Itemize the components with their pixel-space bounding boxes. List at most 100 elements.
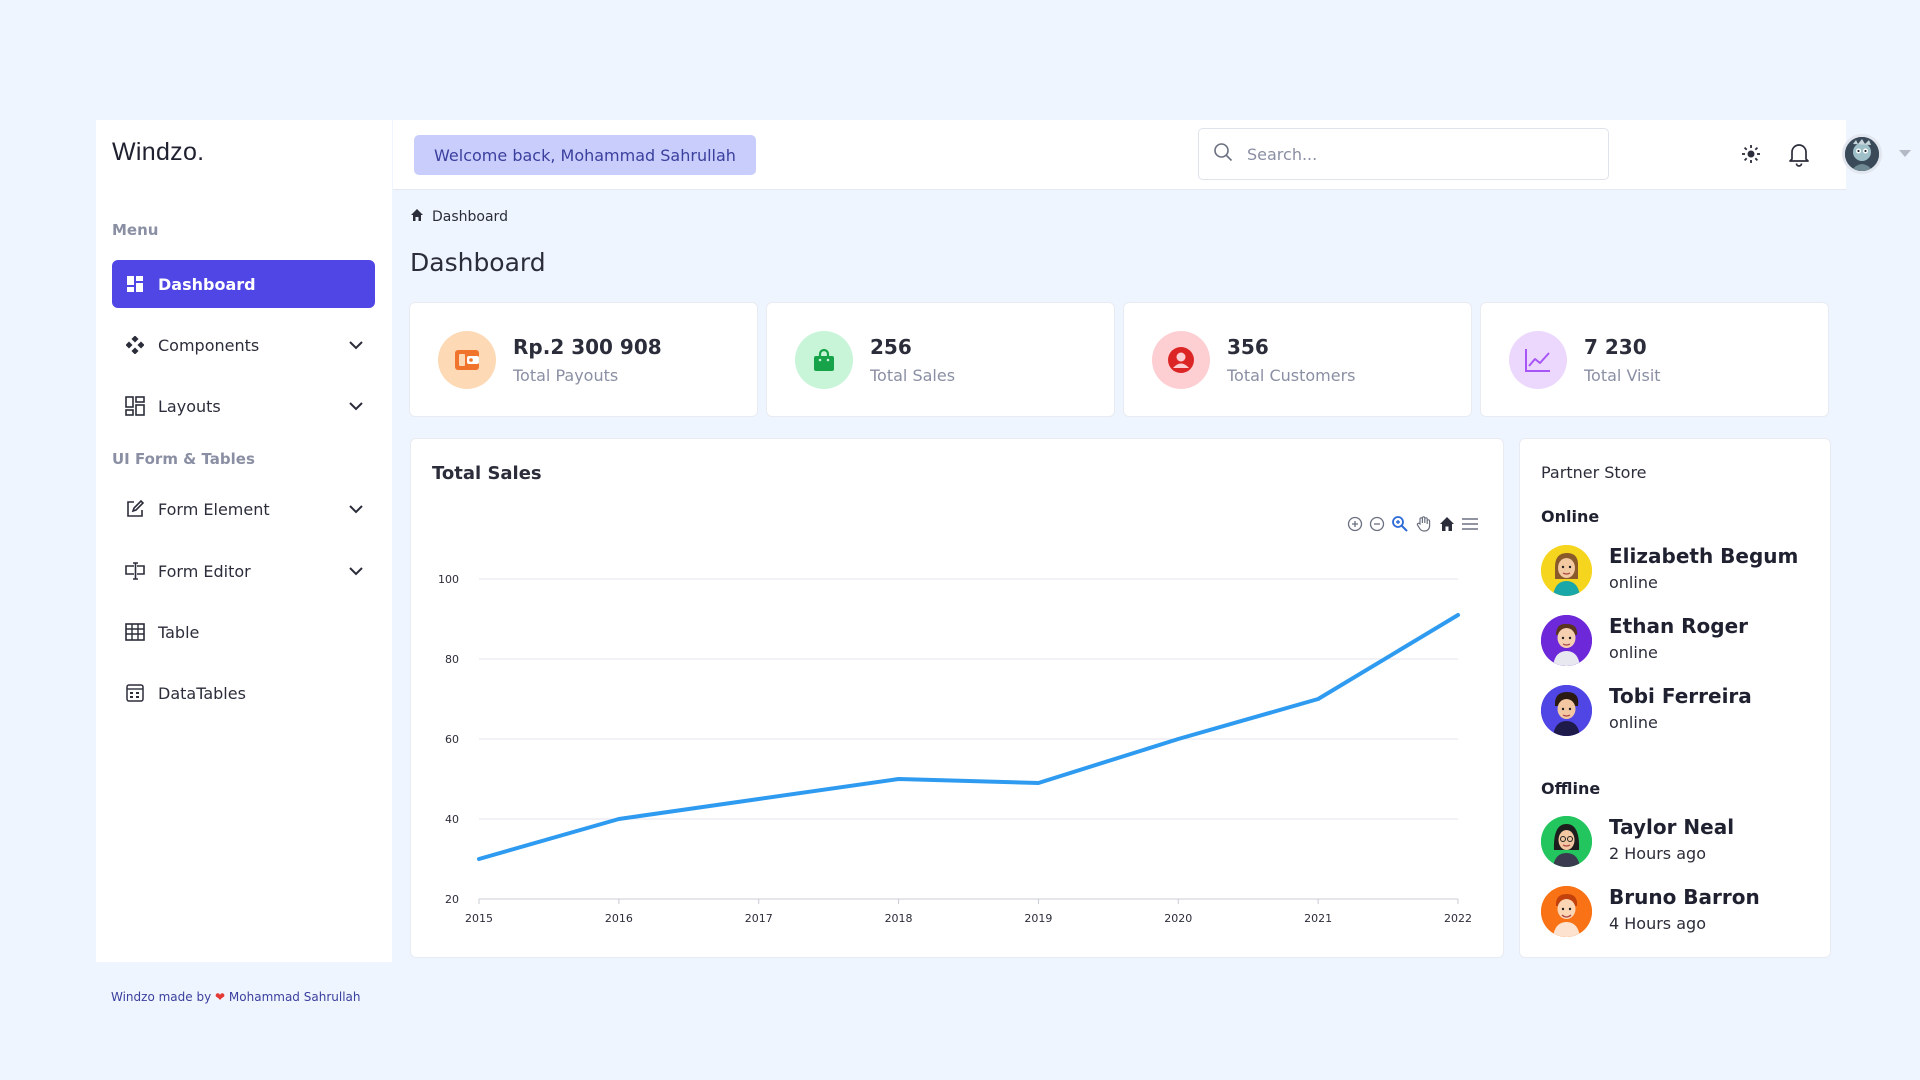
welcome-banner: Welcome back, Mohammad Sahrullah	[414, 135, 756, 175]
page-title: Dashboard	[410, 248, 546, 277]
stat-value: 256	[870, 335, 912, 359]
y-tick-label: 60	[445, 733, 459, 746]
sidebar-item-label: Table	[158, 622, 200, 642]
app-shell: Windzo. Menu Dashboard Components Layout…	[96, 120, 1911, 962]
avatar	[1541, 816, 1592, 867]
search-box[interactable]	[1198, 128, 1609, 180]
sidebar-item-dashboard[interactable]: Dashboard	[112, 260, 375, 308]
stat-card-payouts: Rp.2 300 908 Total Payouts	[409, 302, 758, 417]
x-tick-label: 2016	[605, 912, 633, 925]
footer-author-link[interactable]: Mohammad Sahrullah	[229, 990, 361, 1004]
sidebar-item-label: Form Element	[158, 499, 270, 519]
sidebar-item-form-editor[interactable]: Form Editor	[112, 547, 375, 595]
search-icon	[1213, 142, 1233, 166]
person-name: Taylor Neal	[1609, 815, 1735, 839]
person-status: 4 Hours ago	[1609, 914, 1706, 933]
partner-store-card: Partner Store Online Elizabeth Begum onl…	[1519, 438, 1831, 958]
sidebar: Windzo. Menu Dashboard Components Layout…	[96, 120, 392, 962]
sidebar-item-label: Components	[158, 335, 260, 355]
shopping-bag-icon	[795, 331, 853, 389]
stat-label: Total Visit	[1584, 366, 1661, 385]
stat-label: Total Sales	[870, 366, 956, 385]
components-icon	[124, 334, 146, 356]
stat-card-customers: 356 Total Customers	[1123, 302, 1472, 417]
line-chart: 20 40 60 80 100 2015 2016 2017 2018 2019 2020 2021 2…	[438, 573, 1472, 925]
person-name: Elizabeth Begum	[1609, 544, 1799, 568]
datatables-icon	[124, 682, 146, 704]
search-input[interactable]	[1247, 144, 1567, 164]
chevron-down-icon	[349, 567, 363, 576]
edit-icon	[124, 498, 146, 520]
user-circle-icon	[1152, 331, 1210, 389]
partner-person[interactable]: Ethan Roger online	[1541, 613, 1821, 669]
bell-icon[interactable]	[1785, 140, 1813, 168]
person-status: 2 Hours ago	[1609, 844, 1706, 863]
avatar	[1541, 615, 1592, 666]
x-tick-label: 2020	[1164, 912, 1192, 925]
chart-line-icon	[1509, 331, 1567, 389]
sales-chart-card: Total Sales 20 40 60 80 100 2015 2016 2017 2018 2…	[410, 438, 1504, 958]
grid-icon	[124, 273, 146, 295]
layout-icon	[124, 395, 146, 417]
partner-title: Partner Store	[1541, 463, 1647, 482]
home-icon[interactable]	[410, 208, 424, 226]
x-tick-label: 2021	[1304, 912, 1332, 925]
avatar	[1541, 685, 1592, 736]
offline-heading: Offline	[1541, 779, 1601, 798]
sidebar-item-datatables[interactable]: DataTables	[112, 669, 375, 717]
x-tick-label: 2017	[745, 912, 773, 925]
user-avatar[interactable]	[1842, 134, 1882, 174]
footer-prefix: Windzo made by	[111, 990, 212, 1004]
stat-card-visits: 7 230 Total Visit	[1480, 302, 1829, 417]
chevron-down-icon	[349, 505, 363, 514]
partner-person[interactable]: Tobi Ferreira online	[1541, 683, 1821, 739]
person-name: Ethan Roger	[1609, 614, 1749, 638]
chevron-down-icon	[349, 402, 363, 411]
stat-card-sales: 256 Total Sales	[766, 302, 1115, 417]
chart-title: Total Sales	[432, 463, 542, 484]
sidebar-item-table[interactable]: Table	[112, 608, 375, 656]
breadcrumb: Dashboard	[410, 208, 508, 226]
stat-label: Total Payouts	[513, 366, 619, 385]
y-tick-label: 20	[445, 893, 459, 906]
y-tick-label: 100	[438, 573, 459, 586]
theme-toggle-icon[interactable]	[1737, 140, 1765, 168]
stat-value: 7 230	[1584, 335, 1647, 359]
ui-form-tables-heading: UI Form & Tables	[112, 450, 255, 468]
partner-person[interactable]: Taylor Neal 2 Hours ago	[1541, 814, 1821, 870]
series-line	[477, 613, 1460, 861]
brand-logo[interactable]: Windzo.	[112, 138, 204, 167]
wallet-icon	[438, 331, 496, 389]
stat-label: Total Customers	[1227, 366, 1356, 385]
sidebar-item-components[interactable]: Components	[112, 321, 375, 369]
sidebar-item-label: Layouts	[158, 396, 221, 416]
person-name: Bruno Barron	[1609, 885, 1760, 909]
person-name: Tobi Ferreira	[1609, 684, 1752, 708]
y-tick-label: 40	[445, 813, 459, 826]
person-status: online	[1609, 573, 1658, 592]
person-status: online	[1609, 713, 1658, 732]
partner-person[interactable]: Bruno Barron 4 Hours ago	[1541, 884, 1821, 940]
footer: Windzo made by ❤ Mohammad Sahrullah	[111, 990, 360, 1004]
x-tick-label: 2022	[1444, 912, 1472, 925]
form-editor-icon	[124, 560, 146, 582]
x-tick-label: 2018	[885, 912, 913, 925]
stat-value: Rp.2 300 908	[513, 335, 662, 359]
sidebar-item-layouts[interactable]: Layouts	[112, 382, 375, 430]
online-heading: Online	[1541, 507, 1600, 526]
user-menu-caret-icon[interactable]	[1899, 150, 1911, 157]
avatar	[1541, 545, 1592, 596]
stat-value: 356	[1227, 335, 1269, 359]
sidebar-item-form-element[interactable]: Form Element	[112, 485, 375, 533]
partner-person[interactable]: Elizabeth Begum online	[1541, 543, 1821, 599]
heart-icon: ❤	[215, 990, 226, 1004]
menu-heading: Menu	[112, 221, 159, 239]
table-icon	[124, 621, 146, 643]
person-status: online	[1609, 643, 1658, 662]
breadcrumb-item[interactable]: Dashboard	[432, 209, 508, 225]
sidebar-item-label: Dashboard	[158, 274, 256, 294]
chevron-down-icon	[349, 341, 363, 350]
x-tick-label: 2015	[465, 912, 493, 925]
sidebar-item-label: Form Editor	[158, 561, 251, 581]
y-tick-label: 80	[445, 653, 459, 666]
